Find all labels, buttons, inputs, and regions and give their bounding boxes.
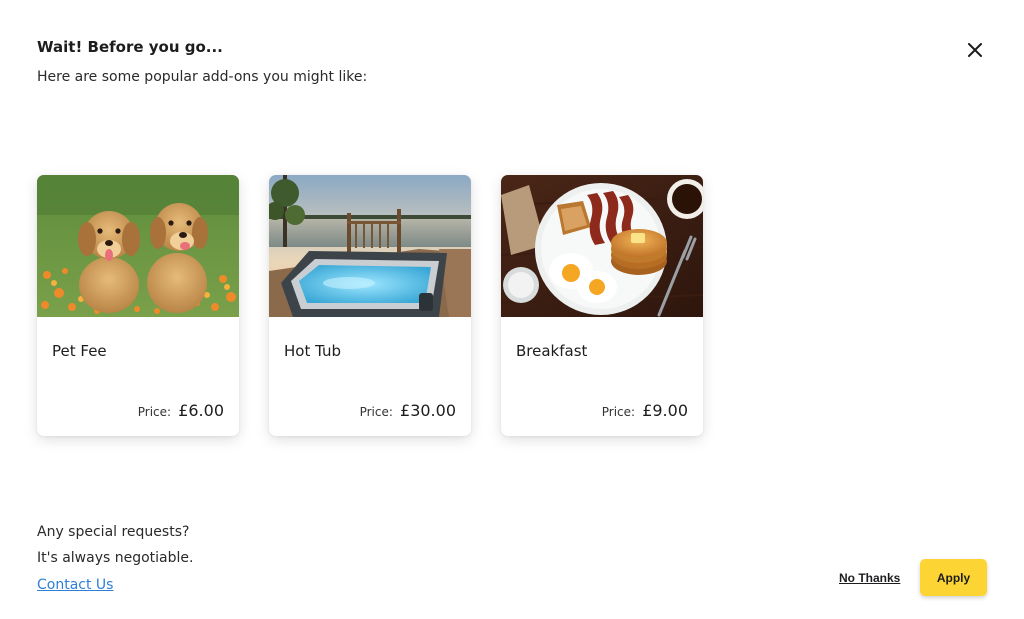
negotiable-text: It's always negotiable. (37, 550, 194, 566)
addon-name: Breakfast (516, 342, 588, 360)
addon-price: Price: £6.00 (138, 401, 224, 420)
special-requests-text: Any special requests? (37, 524, 190, 540)
addon-name: Hot Tub (284, 342, 342, 360)
addon-cards: Pet Fee Price: £6.00 Hot Tub Price: £30.… (37, 175, 703, 436)
price-label: Price: (359, 405, 393, 419)
no-thanks-button[interactable]: No Thanks (839, 571, 900, 585)
contact-us-link[interactable]: Contact Us (37, 577, 113, 593)
close-button[interactable] (962, 37, 988, 63)
breakfast-photo (501, 175, 703, 317)
price-label: Price: (601, 405, 636, 419)
price-value: £30.00 (400, 401, 456, 420)
addon-card-hot-tub[interactable]: Hot Tub Price: £30.00 (269, 175, 471, 436)
close-icon (968, 43, 982, 57)
price-value: £9.00 (642, 401, 688, 420)
addon-price: Price: £9.00 (602, 401, 688, 420)
hot-tub-photo (269, 175, 471, 317)
price-value: £6.00 (178, 401, 224, 420)
modal-title: Wait! Before you go... (37, 38, 223, 56)
addon-price: Price: £30.00 (360, 401, 456, 420)
addon-name: Pet Fee (52, 342, 107, 360)
price-label: Price: (137, 405, 172, 419)
addon-card-pet-fee[interactable]: Pet Fee Price: £6.00 (37, 175, 239, 436)
puppies-photo (37, 175, 239, 317)
apply-button[interactable]: Apply (920, 559, 987, 596)
addons-modal: Wait! Before you go... Here are some pop… (0, 0, 1024, 619)
addon-card-breakfast[interactable]: Breakfast Price: £9.00 (501, 175, 703, 436)
modal-subtitle: Here are some popular add-ons you might … (37, 69, 368, 85)
